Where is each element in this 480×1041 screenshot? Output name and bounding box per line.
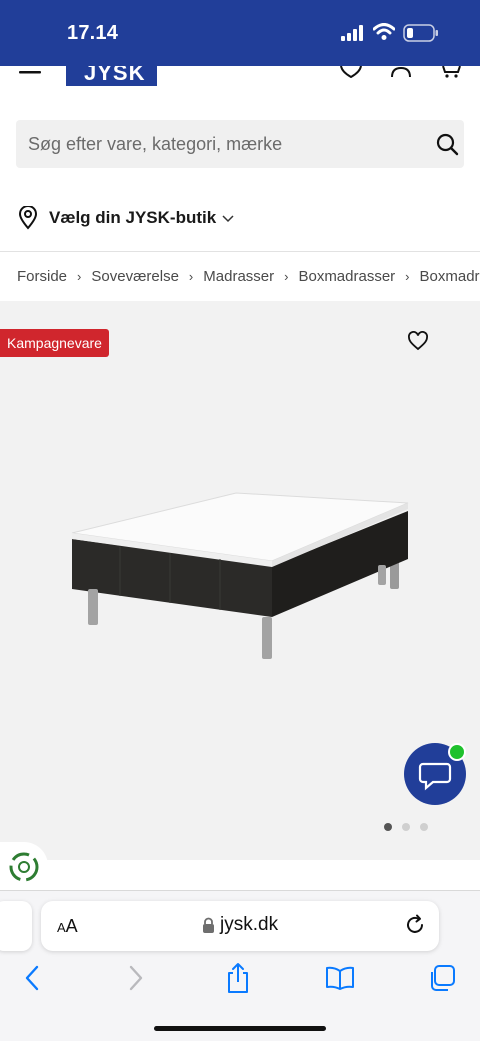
search-input[interactable]: Søg efter vare, kategori, mærke [28, 134, 282, 155]
logo-text: JYSK [84, 66, 146, 85]
gallery-pagination [384, 823, 428, 831]
pagination-dot-2[interactable] [402, 823, 410, 831]
search-bar[interactable]: Søg efter vare, kategori, mærke [16, 120, 464, 168]
breadcrumb-item-sovevaerelse[interactable]: Soveværelse [91, 268, 179, 285]
user-icon[interactable] [390, 66, 412, 78]
cart-icon[interactable] [440, 66, 462, 78]
campaign-badge: Kampagnevare [0, 329, 109, 357]
breadcrumb-item-forside[interactable]: Forside [17, 268, 67, 285]
status-bar: 17.14 [0, 0, 480, 66]
forward-icon[interactable] [126, 965, 146, 991]
previous-tab-preview[interactable] [0, 901, 32, 951]
chevron-down-icon [222, 215, 234, 223]
jysk-logo[interactable]: JYSK [66, 66, 157, 86]
pagination-dot-1[interactable] [384, 823, 392, 831]
store-selector[interactable]: Vælg din JYSK-butik [18, 205, 234, 231]
pagination-dot-3[interactable] [420, 823, 428, 831]
chevron-right-icon: › [77, 269, 82, 284]
site-header: JYSK [0, 66, 480, 106]
breadcrumb-item-boxmadrasser[interactable]: Boxmadrasser [298, 268, 395, 285]
signal-icon [341, 25, 363, 41]
bookmarks-icon[interactable] [325, 966, 355, 990]
battery-icon [403, 24, 438, 42]
reload-icon[interactable] [404, 914, 426, 936]
tabs-icon[interactable] [428, 964, 456, 992]
lock-icon [203, 917, 214, 933]
sustainability-widget[interactable] [0, 842, 48, 892]
status-time: 17.14 [67, 22, 119, 44]
breadcrumb: Forside › Soveværelse › Madrasser › Boxmadrass… [17, 268, 480, 288]
divider [0, 251, 480, 252]
text-size-large-label: A [65, 916, 78, 936]
store-selector-label: Vælg din JYSK-butik [49, 208, 217, 227]
product-image-bed [71, 492, 409, 659]
location-pin-icon [18, 206, 38, 230]
text-size-button[interactable]: AA [57, 916, 78, 937]
chevron-right-icon: › [188, 269, 194, 284]
search-icon[interactable] [435, 132, 459, 156]
wifi-icon [373, 23, 395, 40]
home-indicator [154, 1026, 326, 1031]
menu-icon[interactable] [18, 66, 42, 78]
share-icon[interactable] [225, 962, 251, 994]
address-bar[interactable]: AA jysk.dk [41, 901, 439, 951]
chat-online-indicator [448, 743, 466, 761]
product-gallery[interactable]: Kampagnevare [0, 301, 480, 860]
text-size-small-label: A [57, 920, 66, 935]
heart-icon[interactable] [407, 331, 429, 351]
recycle-icon [9, 852, 39, 882]
breadcrumb-item-madrasser[interactable]: Madrasser [203, 268, 274, 285]
chevron-right-icon: › [405, 269, 410, 284]
chevron-right-icon: › [284, 269, 289, 284]
heart-icon[interactable] [339, 66, 363, 78]
breadcrumb-item-current[interactable]: Boxmadrasser [420, 268, 480, 285]
back-icon[interactable] [22, 965, 42, 991]
url-text: jysk.dk [220, 914, 279, 935]
